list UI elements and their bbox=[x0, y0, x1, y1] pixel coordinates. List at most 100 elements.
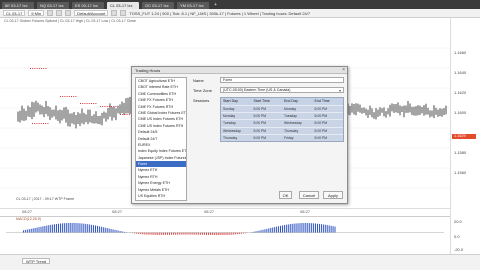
indicator-label: MACD(12,26,9) bbox=[16, 217, 41, 221]
dialog-title-text: Trading Hours bbox=[135, 68, 161, 73]
tab-5[interactable]: YM 03-17 Ixx bbox=[177, 2, 209, 9]
tab-2[interactable]: ES 03-17 Ixx bbox=[72, 2, 104, 9]
table-row[interactable]: Wednesday 5:00 PM Thursday 5:00 PM bbox=[221, 126, 343, 134]
strategies-icon[interactable] bbox=[120, 10, 127, 16]
close-icon[interactable]: × bbox=[342, 67, 345, 74]
price-tick: 1.1620 bbox=[454, 90, 467, 95]
signal-marker bbox=[32, 68, 34, 69]
price-tick: 1.1660 bbox=[454, 50, 467, 55]
signal-marker bbox=[120, 114, 121, 115]
drawing-tools-icon[interactable] bbox=[56, 10, 63, 16]
signal-marker bbox=[104, 106, 106, 107]
signal-marker bbox=[71, 96, 72, 97]
table-row[interactable]: Monday 5:00 PM Tuesday 5:00 PM bbox=[221, 112, 343, 120]
price-scale[interactable]: 1.1660 1.1640 1.1620 1.1600 1.1580 1.156… bbox=[450, 18, 480, 254]
table-row[interactable]: Thursday 5:00 PM Friday 5:00 PM bbox=[221, 133, 343, 141]
signal-marker bbox=[34, 123, 36, 124]
time-tick: 08:27 bbox=[300, 209, 311, 214]
signal-marker bbox=[68, 96, 70, 97]
signal-marker bbox=[45, 123, 47, 124]
table-cell: Monday bbox=[284, 107, 297, 111]
signal-marker bbox=[128, 114, 130, 115]
signal-marker bbox=[100, 106, 101, 107]
signal-marker bbox=[43, 123, 44, 124]
table-cell: 5:00 PM bbox=[253, 128, 267, 133]
template-list-item[interactable]: Index Equity Index Futures ETH bbox=[136, 148, 186, 154]
template-selector[interactable]: Default/Account bbox=[74, 10, 109, 16]
apply-button[interactable]: Apply bbox=[323, 191, 343, 199]
signal-marker bbox=[84, 103, 86, 104]
table-cell: Monday bbox=[223, 114, 236, 119]
indicator-tick: 20.0 bbox=[454, 219, 462, 224]
interval-selector[interactable]: 5 Min bbox=[28, 10, 45, 16]
table-cell: Wednesday bbox=[223, 128, 241, 133]
signal-marker bbox=[41, 68, 42, 69]
trading-hours-dialog: Trading Hours × CBOT Agricultural ETH CBO… bbox=[131, 66, 348, 204]
signal-marker bbox=[62, 96, 64, 97]
signal-marker bbox=[43, 68, 45, 69]
ok-button[interactable]: OK bbox=[279, 191, 292, 199]
name-field[interactable]: Forex bbox=[220, 77, 344, 83]
crosshair-icon[interactable] bbox=[65, 10, 72, 16]
time-tick: 08:27 bbox=[22, 209, 33, 214]
table-row[interactable]: Tuesday 5:00 PM Wednesday 5:00 PM bbox=[221, 119, 343, 127]
bottom-tab[interactable]: WTP Trend bbox=[22, 258, 51, 264]
signal-marker bbox=[80, 103, 81, 104]
signal-marker bbox=[66, 96, 68, 97]
time-axis[interactable]: 08:27 08:27 08:27 08:27 bbox=[0, 208, 450, 216]
indicator-tick: 0.0 bbox=[454, 234, 460, 239]
template-list-item[interactable]: US Equities RTH bbox=[136, 193, 186, 199]
sessions-label: Sessions bbox=[193, 98, 210, 103]
signal-marker bbox=[108, 106, 110, 107]
table-cell: 5:00 PM bbox=[253, 135, 267, 140]
signal-marker bbox=[38, 68, 40, 69]
bar-type-icon[interactable] bbox=[47, 10, 54, 16]
time-zone-select[interactable]: (UTC-05:00) Eastern Time (US & Canada) ▾ bbox=[220, 87, 344, 93]
chevron-down-icon: ▾ bbox=[338, 88, 341, 93]
signal-marker bbox=[95, 103, 97, 104]
tab-3[interactable]: CL 03-17 Ixx bbox=[107, 2, 139, 9]
signal-marker bbox=[45, 68, 47, 69]
name-label: Name bbox=[193, 78, 204, 83]
instrument-selector[interactable]: CL 03-17 bbox=[3, 10, 26, 16]
table-cell: Thursday bbox=[284, 128, 299, 133]
signal-marker bbox=[82, 103, 84, 104]
template-list-item[interactable]: CME US Index Futures ETH bbox=[136, 116, 186, 122]
signal-marker bbox=[47, 123, 49, 124]
macd-panel[interactable] bbox=[0, 216, 450, 254]
table-cell: Thursday bbox=[223, 135, 238, 140]
price-tick: 1.1640 bbox=[454, 70, 467, 75]
cancel-button[interactable]: Cancel bbox=[299, 191, 319, 199]
table-cell: Sunday bbox=[223, 107, 235, 111]
tab-1[interactable]: NQ 03-17 Ixx bbox=[37, 2, 69, 9]
signal-marker bbox=[88, 103, 90, 104]
table-cell: Wednesday bbox=[284, 121, 302, 126]
tab-4[interactable]: GC 03-17 Ixx bbox=[142, 2, 174, 9]
trading-hours-template-list[interactable]: CBOT Agricultural ETH CBOT Interest Rate … bbox=[135, 77, 187, 201]
signal-marker bbox=[60, 96, 61, 97]
time-tick: 08:27 bbox=[112, 209, 123, 214]
signal-marker bbox=[93, 103, 95, 104]
bottom-tab-bar: WTP Trend bbox=[0, 254, 480, 270]
column-header: Start Time bbox=[253, 99, 270, 103]
table-cell: 5:00 PM bbox=[253, 114, 267, 119]
time-zone-value: (UTC-05:00) Eastern Time (US & Canada) bbox=[223, 88, 291, 92]
tab-0[interactable]: 6E 03-17 Ixx bbox=[2, 2, 34, 9]
signal-marker bbox=[64, 96, 66, 97]
signal-marker bbox=[124, 114, 126, 115]
signal-marker bbox=[126, 114, 128, 115]
table-row[interactable]: Sunday 5:00 PM Monday 5:00 PM bbox=[221, 105, 343, 113]
indicators-icon[interactable] bbox=[111, 10, 118, 16]
table-cell: 5:00 PM bbox=[314, 114, 328, 119]
series-info-label: CL 03-17 | 2017 - 09:17 WTP Frame bbox=[16, 197, 75, 201]
signal-marker bbox=[91, 103, 92, 104]
table-cell: 5:00 PM bbox=[253, 121, 267, 126]
signal-marker bbox=[36, 123, 38, 124]
table-cell: 5:00 PM bbox=[314, 128, 328, 133]
price-tick: 1.1600 bbox=[454, 110, 467, 115]
signal-marker bbox=[106, 106, 108, 107]
table-cell: 5:00 PM bbox=[253, 107, 267, 111]
add-tab-icon[interactable]: + bbox=[214, 2, 217, 9]
signal-marker bbox=[40, 123, 42, 124]
table-cell: 5:00 PM bbox=[314, 121, 328, 126]
